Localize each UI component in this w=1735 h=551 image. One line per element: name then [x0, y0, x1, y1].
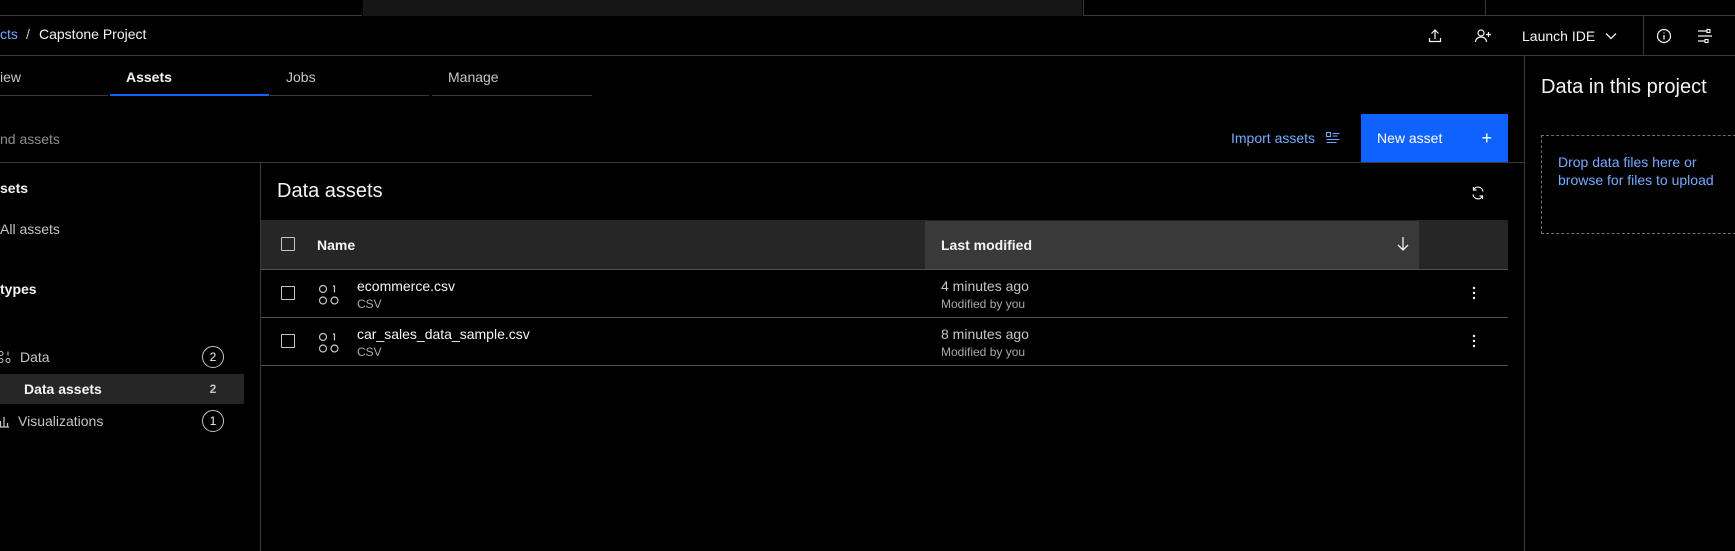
- new-asset-button[interactable]: New asset +: [1361, 114, 1508, 162]
- asset-name-link[interactable]: ecommerce.csv: [357, 278, 455, 294]
- row-divider: [261, 365, 1508, 366]
- tab-manage[interactable]: Manage: [432, 56, 592, 96]
- top-strip-segment: [363, 0, 1082, 16]
- browse-files-link[interactable]: browse for files to upload: [1558, 171, 1735, 189]
- data-count-badge: 2: [202, 346, 224, 368]
- top-strip-segment: [0, 0, 362, 16]
- data-assets-title: Data assets: [277, 180, 383, 202]
- add-collaborator-button[interactable]: [1459, 16, 1507, 56]
- tab-jobs-label: Jobs: [286, 69, 316, 85]
- sidebar-item-data-assets-label: Data assets: [24, 381, 102, 397]
- manage-panel-button[interactable]: [1681, 16, 1729, 56]
- data-assets-count: 2: [209, 382, 217, 396]
- tab-jobs[interactable]: Jobs: [270, 56, 429, 96]
- breadcrumb-separator: /: [26, 26, 30, 42]
- row-checkbox[interactable]: [281, 334, 295, 348]
- sidebar-item-data-assets[interactable]: Data assets 2: [0, 374, 244, 404]
- data-panel-title: Data in this project: [1541, 76, 1707, 98]
- upload-button[interactable]: [1411, 16, 1459, 56]
- tab-manage-label: Manage: [448, 69, 499, 85]
- data-asset-icon: [318, 332, 339, 353]
- breadcrumb-current: Capstone Project: [39, 26, 147, 42]
- name-column-header[interactable]: Name: [317, 237, 355, 253]
- visualizations-count-badge: 1: [202, 410, 224, 432]
- modified-time: 4 minutes ago: [941, 278, 1029, 294]
- row-divider: [261, 269, 1508, 270]
- sidebar-item-visualizations-label: Visualizations: [18, 413, 104, 429]
- plus-icon: +: [1481, 127, 1492, 148]
- sidebar-item-visualizations[interactable]: Visualizations 1: [0, 406, 244, 436]
- select-all-checkbox[interactable]: [281, 237, 295, 251]
- refresh-icon: [1472, 186, 1484, 200]
- data-in-project-panel: [1524, 56, 1735, 551]
- chart-icon: [0, 417, 9, 428]
- row-checkbox[interactable]: [281, 286, 295, 300]
- row-divider: [261, 317, 1508, 318]
- find-assets-search-input[interactable]: nd assets: [0, 131, 60, 147]
- file-drop-zone[interactable]: Drop data files here or browse for files…: [1541, 135, 1735, 234]
- chevron-down-icon: [1605, 33, 1617, 40]
- asset-name-link[interactable]: car_sales_data_sample.csv: [357, 326, 530, 342]
- top-strip-divider: [1083, 0, 1084, 15]
- asset-types-heading: types: [0, 281, 37, 297]
- assets-heading: sets: [0, 180, 29, 196]
- sort-descending-icon[interactable]: [1396, 236, 1410, 252]
- top-strip-segment: [1083, 0, 1735, 16]
- overflow-menu-icon[interactable]: [1468, 333, 1480, 349]
- import-icon: [1325, 131, 1340, 144]
- sidebar-item-data-label: Data: [20, 349, 50, 365]
- sidebar-item-data[interactable]: Data 2: [0, 342, 244, 372]
- info-icon: [1656, 28, 1672, 44]
- modified-by: Modified by you: [941, 345, 1026, 359]
- import-assets-label: Import assets: [1231, 130, 1316, 146]
- data-asset-icon: [318, 284, 339, 305]
- last-modified-column-label: Last modified: [941, 237, 1033, 253]
- breadcrumb-parent-link[interactable]: cts: [0, 26, 18, 42]
- drop-zone-text: Drop data files here or: [1558, 154, 1697, 170]
- launch-ide-label: Launch IDE: [1522, 28, 1596, 44]
- tab-overview-label: iew: [0, 69, 22, 85]
- upload-icon: [1428, 29, 1442, 43]
- asset-type: CSV: [357, 345, 382, 359]
- launch-ide-menu[interactable]: Launch IDE: [1510, 16, 1629, 56]
- import-assets-button[interactable]: Import assets: [1231, 114, 1341, 162]
- tab-overview[interactable]: iew: [0, 56, 108, 96]
- asset-type: CSV: [357, 297, 382, 311]
- add-collaborator-icon: [1474, 29, 1491, 43]
- modified-time: 8 minutes ago: [941, 326, 1029, 342]
- all-assets-link[interactable]: All assets: [0, 221, 60, 237]
- tab-assets-label: Assets: [126, 69, 172, 85]
- new-asset-label: New asset: [1377, 130, 1443, 146]
- data-icon: [0, 351, 11, 363]
- manage-panel-icon: [1698, 28, 1712, 44]
- modified-by: Modified by you: [941, 297, 1026, 311]
- top-strip-divider: [1485, 0, 1486, 15]
- tab-assets[interactable]: Assets: [110, 56, 269, 96]
- overflow-menu-icon[interactable]: [1468, 285, 1480, 301]
- refresh-button[interactable]: [1466, 181, 1490, 205]
